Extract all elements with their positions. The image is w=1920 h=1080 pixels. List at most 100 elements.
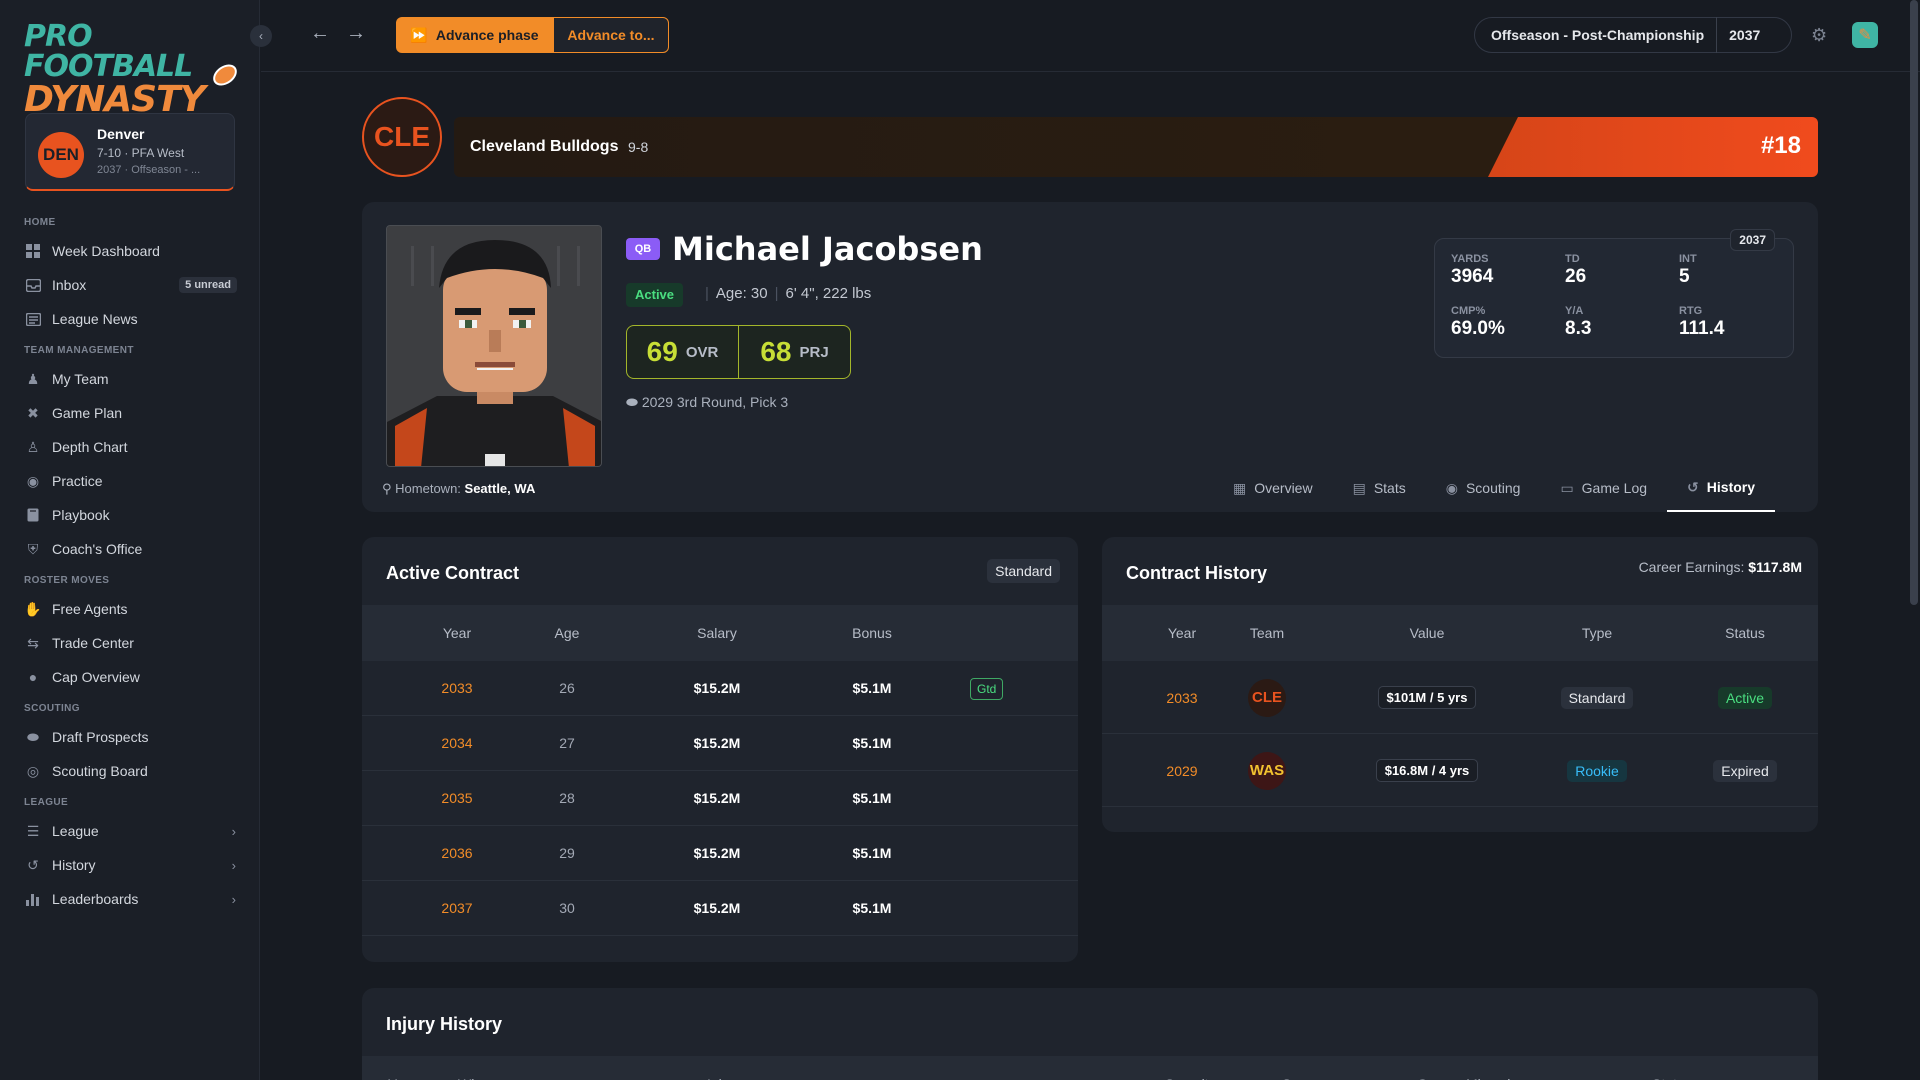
stat-int: INT 5 [1679, 253, 1697, 288]
stat-label: Y/A [1565, 305, 1584, 317]
inbox-icon [25, 277, 41, 293]
page-scrollbar[interactable] [1910, 0, 1918, 605]
topbar: ← → ⏩ Advance phase Advance to... Offsea… [261, 0, 1920, 72]
tab-label: History [1706, 479, 1756, 495]
contract-history-panel: Contract History Career Earnings: $117.8… [1102, 537, 1818, 832]
sidebar-item-game-plan[interactable]: ✖ Game Plan [0, 396, 260, 430]
sidebar-item-league-news[interactable]: League News [0, 302, 260, 336]
tab-history[interactable]: ↺ History [1667, 464, 1776, 512]
sidebar-item-label: Depth Chart [52, 439, 128, 455]
sidebar-item-week-dashboard[interactable]: Week Dashboard [0, 234, 260, 268]
bar-chart-icon [25, 891, 41, 907]
sidebar-item-history[interactable]: ↺ History › [0, 848, 260, 882]
app-logo[interactable]: PRO FOOTBALL DYNASTY [24, 22, 241, 118]
tab-scouting[interactable]: ◉ Scouting [1426, 464, 1541, 512]
status-pill: Expired [1713, 759, 1777, 782]
col-surgery[interactable]: Surgery [1282, 1056, 1362, 1080]
draft-text: 2029 3rd Round, Pick 3 [641, 394, 789, 410]
cell-salary: $15.2M [693, 900, 741, 916]
sidebar-item-depth-chart[interactable]: ♙ Depth Chart [0, 430, 260, 464]
tab-label: Game Log [1581, 480, 1648, 496]
forward-arrow-icon[interactable]: → [346, 22, 366, 45]
col-injury[interactable]: Injury [707, 1056, 787, 1080]
stats-year-badge: 2037 [1730, 229, 1775, 251]
table-header: Year When Injury Severity Surgery Games … [362, 1056, 1818, 1080]
sidebar-item-coachs-office[interactable]: ⛨ Coach's Office [0, 532, 260, 566]
sidebar-item-leaderboards[interactable]: Leaderboards › [0, 882, 260, 916]
earnings-label: Career Earnings: [1638, 559, 1745, 575]
stat-cmp: CMP% 69.0% [1451, 305, 1505, 340]
team-logo[interactable]: CLE [362, 97, 442, 177]
cell-year: 2036 [441, 845, 473, 861]
sidebar-item-free-agents[interactable]: ✋ Free Agents [0, 592, 260, 626]
sidebar-item-scouting-board[interactable]: ◎ Scouting Board [0, 754, 260, 788]
brand-icon[interactable]: ✎ [1852, 22, 1878, 48]
contract-value-pill: $16.8M / 4 yrs [1375, 759, 1479, 782]
tab-label: Overview [1254, 480, 1313, 496]
cell-salary: $15.2M [693, 845, 741, 861]
whistle-icon: ◉ [26, 472, 40, 489]
col-value[interactable]: Value [1347, 605, 1507, 661]
team-record: 7-10 · PFA West [97, 146, 185, 160]
col-type[interactable]: Type [1537, 605, 1657, 661]
col-bonus[interactable]: Bonus [812, 605, 932, 661]
col-year[interactable]: Year [388, 1056, 438, 1080]
sidebar-item-cap-overview[interactable]: ● Cap Overview [0, 660, 260, 694]
tab-stats[interactable]: ▤ Stats [1333, 464, 1426, 512]
status-pill: Active [1717, 686, 1773, 709]
tab-game-log[interactable]: ▭ Game Log [1540, 464, 1667, 512]
col-status[interactable]: Status [1652, 1056, 1722, 1080]
newspaper-icon [25, 311, 41, 327]
sidebar-item-label: Leaderboards [52, 891, 139, 907]
col-year[interactable]: Year [422, 605, 492, 661]
player-size: 6' 4", 222 lbs [785, 285, 872, 302]
gear-icon[interactable]: ⚙ [1811, 25, 1827, 46]
sidebar-item-playbook[interactable]: Playbook [0, 498, 260, 532]
cell-team[interactable]: CLE [1227, 661, 1307, 734]
collapse-sidebar-button[interactable]: ‹ [250, 25, 272, 47]
tab-overview[interactable]: ▦ Overview [1213, 464, 1333, 512]
col-games-missed[interactable]: Games Missed [1417, 1056, 1537, 1080]
sidebar-item-my-team[interactable]: ♟ My Team [0, 362, 260, 396]
panel-title: Injury History [386, 1014, 503, 1034]
advance-to-button[interactable]: Advance to... [553, 17, 669, 53]
sidebar-item-inbox[interactable]: Inbox 5 unread [0, 268, 260, 302]
back-arrow-icon[interactable]: ← [310, 22, 330, 45]
col-severity[interactable]: Severity [1165, 1056, 1245, 1080]
player-card: ⚲ Hometown: Seattle, WA QB Michael Jacob… [362, 202, 1818, 512]
team-logo: WAS [1248, 751, 1286, 790]
stat-label: RTG [1679, 305, 1703, 317]
stat-value: 26 [1565, 266, 1587, 287]
cell-age: 30 [559, 900, 575, 916]
sidebar-item-practice[interactable]: ◉ Practice [0, 464, 260, 498]
sidebar-item-trade-center[interactable]: ⇆ Trade Center [0, 626, 260, 660]
col-year[interactable]: Year [1142, 605, 1222, 661]
team-icon: ♟ [26, 370, 40, 387]
col-team[interactable]: Team [1227, 605, 1307, 661]
current-team-card[interactable]: DEN Denver 7-10 · PFA West 2037 · Offsea… [25, 113, 235, 191]
cell-status: Active [1685, 661, 1805, 734]
office-icon: ⛨ [27, 540, 39, 557]
sidebar-item-label: Scouting Board [52, 763, 148, 779]
stat-label: YARDS [1451, 253, 1489, 265]
chevron-right-icon: › [231, 823, 236, 839]
col-status[interactable]: Status [1685, 605, 1805, 661]
grid-icon: ▦ [1233, 479, 1247, 496]
draft-info: ⬬ 2029 3rd Round, Pick 3 [626, 394, 788, 411]
bar-chart-icon: ▤ [1352, 479, 1366, 496]
team-name[interactable]: Cleveland Bulldogs [470, 138, 618, 156]
nav-section-league: LEAGUE [24, 797, 69, 808]
sidebar-item-league[interactable]: ☰ League › [0, 814, 260, 848]
cell-team[interactable]: WAS [1227, 734, 1307, 807]
col-salary[interactable]: Salary [652, 605, 782, 661]
col-when[interactable]: When [458, 1056, 518, 1080]
nav-section-scouting: SCOUTING [24, 703, 80, 714]
sidebar-item-label: League News [52, 311, 138, 327]
col-age[interactable]: Age [532, 605, 602, 661]
sidebar-nav: HOME Week Dashboard Inbox 5 unread Leagu… [0, 208, 260, 916]
player-meta: | Age: 30 | 6' 4", 222 lbs [698, 285, 871, 302]
sidebar-item-draft-prospects[interactable]: ⬬ Draft Prospects [0, 720, 260, 754]
cell-year: 2029 [1166, 762, 1198, 779]
advance-phase-button[interactable]: ⏩ Advance phase [396, 17, 553, 53]
sidebar-item-label: My Team [52, 371, 109, 387]
